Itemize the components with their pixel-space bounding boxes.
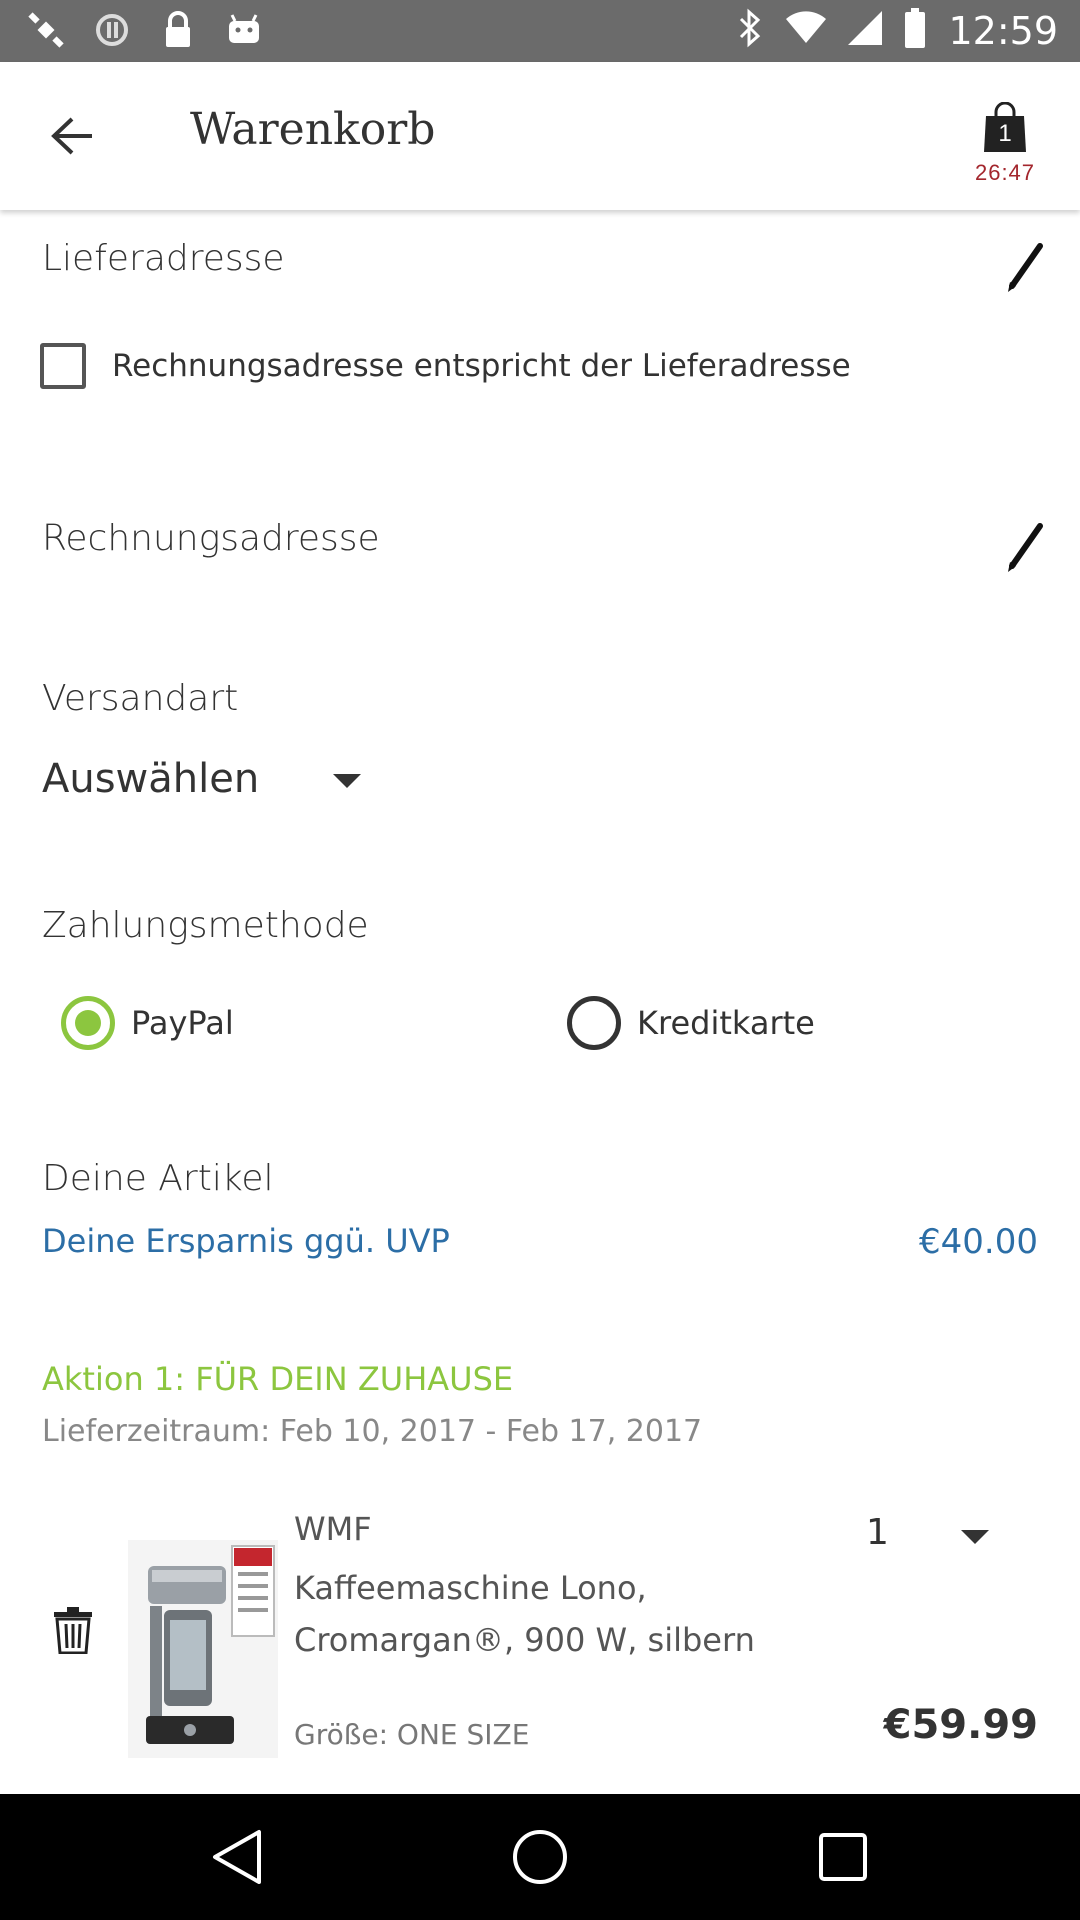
home-nav-button[interactable] [503, 1820, 577, 1894]
home-nav-icon [513, 1830, 567, 1884]
page-title: Warenkorb [190, 104, 436, 155]
bluetooth-icon [736, 8, 764, 53]
chevron-down-icon[interactable] [961, 1530, 989, 1544]
articles-label: Deine Artikel [42, 1158, 274, 1199]
billing-same-checkbox-label: Rechnungsadresse entspricht der Lieferad… [112, 348, 851, 384]
billing-address-label: Rechnungsadresse [42, 518, 380, 559]
savings-row: Deine Ersparnis ggü. UVP €40.00 [42, 1222, 1038, 1262]
shipping-method-label: Versandart [42, 678, 239, 719]
kreditkarte-label: Kreditkarte [637, 1004, 815, 1042]
wifi-icon [786, 11, 827, 50]
shipping-address-label: Lieferadresse [42, 238, 285, 279]
edit-shipping-address-button[interactable] [1002, 238, 1050, 294]
cart-timer: 26:47 [974, 160, 1036, 185]
product-image[interactable] [128, 1540, 278, 1758]
shipping-method-dropdown[interactable]: Auswählen [42, 756, 362, 802]
chevron-down-icon [333, 774, 362, 788]
arrow-left-icon [51, 117, 92, 155]
billing-same-checkbox[interactable] [40, 343, 86, 389]
app-bar: Warenkorb 1 26:47 [0, 62, 1080, 210]
savings-amount: €40.00 [919, 1222, 1038, 1262]
battery-icon [904, 8, 926, 53]
recents-nav-icon [819, 1833, 867, 1881]
sync-icon [92, 10, 132, 50]
satellite-icon [26, 10, 66, 50]
promo-title: Aktion 1: FÜR DEIN ZUHAUSE [42, 1360, 514, 1398]
back-button[interactable] [42, 108, 102, 164]
kreditkarte-radio[interactable] [567, 996, 621, 1050]
product-price: €59.99 [883, 1702, 1038, 1748]
status-time: 12:59 [948, 8, 1058, 53]
shopping-bag-icon: 1 [982, 101, 1028, 154]
payment-option-paypal[interactable]: PayPal [61, 996, 234, 1050]
recents-nav-button[interactable] [806, 1820, 880, 1894]
paypal-label: PayPal [131, 1004, 234, 1042]
quantity-value[interactable]: 1 [866, 1512, 889, 1553]
pencil-icon [1008, 523, 1043, 572]
product-name: Kaffeemaschine Lono, Cromargan®, 900 W, … [294, 1569, 755, 1659]
cart-count: 1 [998, 120, 1012, 147]
delivery-period: Lieferzeitraum: Feb 10, 2017 - Feb 17, 2… [42, 1414, 703, 1449]
edit-billing-address-button[interactable] [1002, 518, 1050, 574]
product-brand: WMF [294, 1510, 372, 1548]
system-navigation-bar [0, 1794, 1080, 1920]
shipping-method-value: Auswählen [42, 756, 260, 802]
delete-item-button[interactable] [52, 1606, 94, 1655]
status-bar: 12:59 [0, 0, 1080, 62]
lock-icon [158, 10, 198, 50]
payment-method-label: Zahlungsmethode [42, 905, 369, 946]
back-nav-button[interactable] [200, 1820, 274, 1894]
payment-option-kreditkarte[interactable]: Kreditkarte [567, 996, 815, 1050]
trash-icon [54, 1607, 92, 1655]
product-size: Größe: ONE SIZE [294, 1718, 530, 1751]
back-nav-icon [213, 1830, 261, 1884]
cart-button[interactable]: 1 26:47 [960, 101, 1050, 186]
pencil-icon [1008, 243, 1043, 292]
billing-same-checkbox-row[interactable]: Rechnungsadresse entspricht der Lieferad… [40, 343, 851, 389]
savings-label: Deine Ersparnis ggü. UVP [42, 1222, 450, 1260]
android-icon [224, 10, 264, 50]
paypal-radio[interactable] [61, 996, 115, 1050]
signal-icon [848, 11, 883, 50]
